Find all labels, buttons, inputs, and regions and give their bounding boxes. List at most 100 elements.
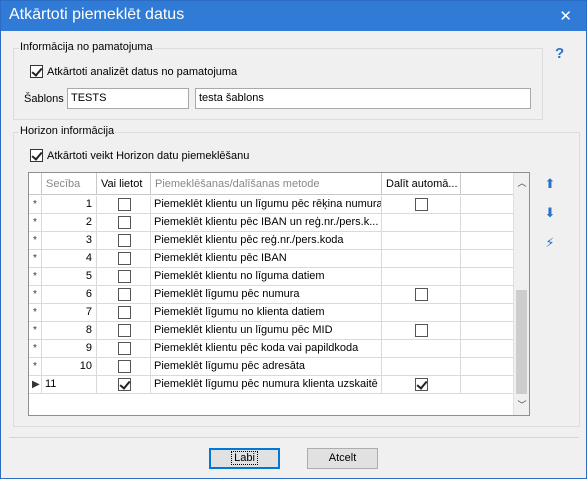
row-indicator: *	[29, 268, 42, 286]
method-cell[interactable]: Piemeklēt līgumu pēc adresāta	[151, 358, 382, 376]
scroll-thumb[interactable]	[516, 290, 527, 394]
lightning-icon[interactable]: ⚡	[541, 234, 559, 252]
order-cell[interactable]: 5	[42, 268, 97, 286]
split-auto-cell	[382, 268, 461, 286]
order-cell[interactable]: 7	[42, 304, 97, 322]
header-indicator	[29, 173, 42, 195]
use-checkbox[interactable]	[118, 252, 131, 265]
order-cell[interactable]: 4	[42, 250, 97, 268]
redo-horizon-checkbox[interactable]	[30, 149, 43, 162]
table-row[interactable]: * 6 Piemeklēt līgumu pēc numura	[29, 286, 513, 304]
close-icon[interactable]: ✕	[559, 7, 572, 25]
scroll-up-icon[interactable]: ︿	[514, 175, 529, 191]
methods-grid[interactable]: Secība Vai lietot Piemeklēšanas/dalīšana…	[28, 172, 530, 416]
template-name-field[interactable]: testa šablons	[195, 88, 531, 109]
split-auto-checkbox[interactable]	[415, 288, 428, 301]
split-auto-cell	[382, 286, 461, 304]
use-cell	[97, 340, 151, 358]
table-row[interactable]: * 5 Piemeklēt klientu no līguma datiem	[29, 268, 513, 286]
row-indicator: *	[29, 196, 42, 214]
scroll-down-icon[interactable]: ﹀	[514, 397, 529, 413]
reanalyze-checkbox-label[interactable]: Atkārtoti analizēt datus no pamatojuma	[47, 66, 237, 78]
use-checkbox[interactable]	[118, 270, 131, 283]
move-down-icon[interactable]: ⬇	[541, 204, 559, 222]
use-cell	[97, 268, 151, 286]
template-code-field[interactable]: TESTS	[67, 88, 189, 109]
basis-group-caption: Informācija no pamatojuma	[19, 41, 154, 53]
split-auto-cell	[382, 214, 461, 232]
move-up-icon[interactable]: ⬆	[541, 175, 559, 193]
header-use[interactable]: Vai lietot	[97, 173, 151, 195]
method-cell[interactable]: Piemeklēt klientu un līgumu pēc rēķina n…	[151, 196, 382, 214]
order-cell[interactable]: 8	[42, 322, 97, 340]
use-checkbox[interactable]	[118, 324, 131, 337]
table-row[interactable]: * 2 Piemeklēt klientu pēc IBAN un reģ.nr./…	[29, 214, 513, 232]
split-auto-checkbox[interactable]	[415, 198, 428, 211]
method-cell[interactable]: Piemeklēt klientu un līgumu pēc MID	[151, 322, 382, 340]
footer-divider	[9, 437, 579, 438]
grid-vertical-scrollbar[interactable]: ︿ ﹀	[513, 173, 529, 415]
split-auto-cell	[382, 232, 461, 250]
method-cell[interactable]: Piemeklēt klientu pēc IBAN un reģ.nr./pe…	[151, 214, 382, 232]
use-cell	[97, 322, 151, 340]
split-auto-cell	[382, 304, 461, 322]
split-auto-checkbox[interactable]	[415, 324, 428, 337]
reanalyze-checkbox[interactable]	[30, 65, 43, 78]
header-order[interactable]: Secība	[42, 173, 97, 195]
order-cell[interactable]: 3	[42, 232, 97, 250]
method-cell[interactable]: Piemeklēt līgumu pēc numura klienta uzsk…	[151, 376, 382, 394]
header-method[interactable]: Piemeklēšanas/dalīšanas metode	[151, 173, 382, 195]
table-row[interactable]: * 10 Piemeklēt līgumu pēc adresāta	[29, 358, 513, 376]
row-indicator: *	[29, 250, 42, 268]
dialog-window: Atkārtoti piemeklēt datus ✕ ? Informācij…	[0, 0, 587, 479]
split-auto-cell	[382, 322, 461, 340]
split-auto-checkbox[interactable]	[415, 378, 428, 391]
row-indicator: *	[29, 358, 42, 376]
use-checkbox[interactable]	[118, 342, 131, 355]
use-checkbox[interactable]	[118, 216, 131, 229]
order-cell[interactable]: 11	[42, 376, 97, 394]
use-checkbox[interactable]	[118, 234, 131, 247]
method-cell[interactable]: Piemeklēt klientu pēc reģ.nr./pers.koda	[151, 232, 382, 250]
table-row[interactable]: ▶ 11 Piemeklēt līgumu pēc numura klienta u…	[29, 376, 513, 394]
row-indicator: *	[29, 232, 42, 250]
method-cell[interactable]: Piemeklēt līgumu pēc numura	[151, 286, 382, 304]
table-row[interactable]: * 3 Piemeklēt klientu pēc reģ.nr./pers.kod…	[29, 232, 513, 250]
use-cell	[97, 214, 151, 232]
use-cell	[97, 358, 151, 376]
row-indicator: ▶	[29, 376, 42, 394]
use-checkbox[interactable]	[118, 378, 131, 391]
header-split-auto[interactable]: Dalīt automā...	[382, 173, 461, 195]
table-row[interactable]: * 8 Piemeklēt klientu un līgumu pēc MID	[29, 322, 513, 340]
method-cell[interactable]: Piemeklēt klientu pēc koda vai papildkod…	[151, 340, 382, 358]
redo-horizon-checkbox-label[interactable]: Atkārtoti veikt Horizon datu piemeklēšan…	[47, 150, 249, 162]
row-indicator: *	[29, 214, 42, 232]
ok-button[interactable]: Labi	[209, 448, 280, 469]
table-row[interactable]: * 7 Piemeklēt līgumu no klienta datiem	[29, 304, 513, 322]
use-cell	[97, 250, 151, 268]
method-cell[interactable]: Piemeklēt līgumu no klienta datiem	[151, 304, 382, 322]
row-indicator: *	[29, 340, 42, 358]
use-cell	[97, 376, 151, 394]
split-auto-cell	[382, 196, 461, 214]
table-row[interactable]: * 9 Piemeklēt klientu pēc koda vai papildk…	[29, 340, 513, 358]
split-auto-cell	[382, 358, 461, 376]
order-cell[interactable]: 10	[42, 358, 97, 376]
use-checkbox[interactable]	[118, 288, 131, 301]
method-cell[interactable]: Piemeklēt klientu pēc IBAN	[151, 250, 382, 268]
method-cell[interactable]: Piemeklēt klientu no līguma datiem	[151, 268, 382, 286]
table-row[interactable]: * 4 Piemeklēt klientu pēc IBAN	[29, 250, 513, 268]
order-cell[interactable]: 9	[42, 340, 97, 358]
use-cell	[97, 286, 151, 304]
order-cell[interactable]: 1	[42, 196, 97, 214]
use-checkbox[interactable]	[118, 198, 131, 211]
use-cell	[97, 196, 151, 214]
order-cell[interactable]: 6	[42, 286, 97, 304]
use-checkbox[interactable]	[118, 306, 131, 319]
order-cell[interactable]: 2	[42, 214, 97, 232]
cancel-button[interactable]: Atcelt	[307, 448, 378, 469]
table-row[interactable]: * 1 Piemeklēt klientu un līgumu pēc rēķina…	[29, 196, 513, 214]
ok-button-label: Labi	[231, 451, 258, 465]
use-checkbox[interactable]	[118, 360, 131, 373]
help-icon[interactable]: ?	[555, 45, 571, 63]
